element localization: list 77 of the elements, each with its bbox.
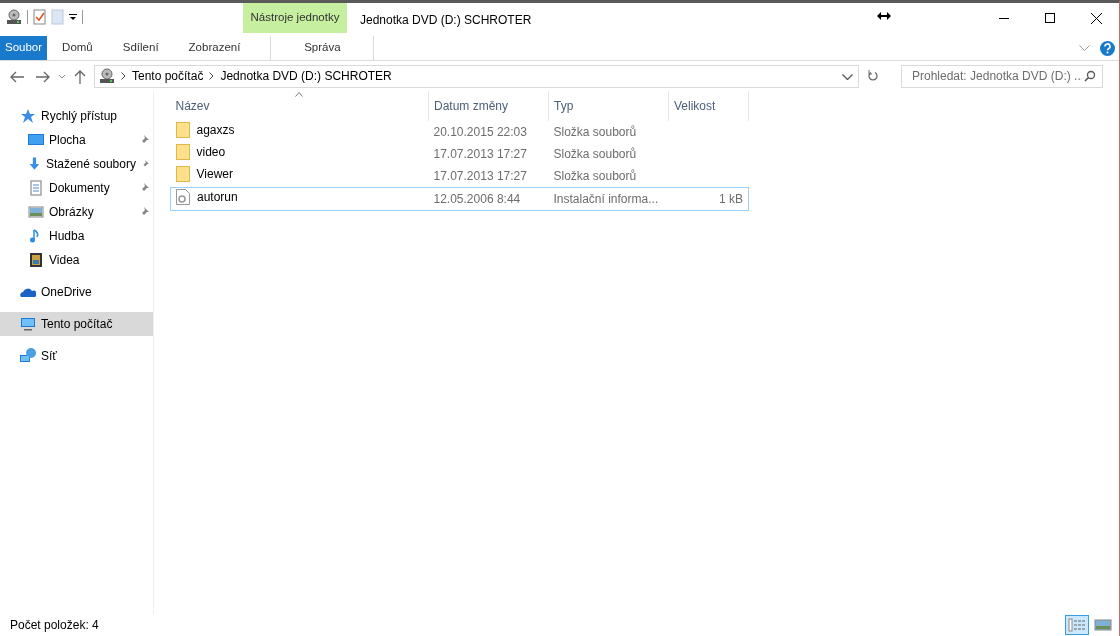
sidebar-item[interactable]: Stažené soubory [0,152,153,176]
chevron-icon[interactable] [121,72,126,80]
file-name[interactable]: video [196,143,226,161]
column-header[interactable]: Datum změny [428,91,549,121]
address-dropdown-icon[interactable] [842,73,853,80]
down-arrow-icon [28,156,41,172]
column-header[interactable]: Velikost [668,91,749,121]
date-modified: 12.05.2006 8:44 [433,192,521,206]
ribbon-tab[interactable]: Domů [47,36,108,60]
sidebar-item[interactable]: Plocha [0,128,153,152]
expand-ribbon-icon[interactable] [1079,45,1090,51]
monitor-icon [20,316,36,332]
file-name[interactable]: Viewer [196,165,233,183]
file-type: Instalační informa... [553,192,659,206]
refresh-icon[interactable] [867,70,879,82]
settings-file-icon [176,189,190,205]
file-type: Složka souborů [553,169,637,183]
file-type: Složka souborů [553,147,637,161]
minimize-icon [999,17,1009,19]
sidebar-item[interactable]: Hudba [0,224,153,248]
file-row[interactable]: autorun 12.05.2006 8:44 Instalační informa... 1 kB [170,187,749,211]
date-modified: 20.10.2015 22:03 [433,125,527,139]
back-arrow-icon [10,70,24,83]
file-row[interactable]: video 17.07.2013 17:27 Složka souborů [170,143,749,165]
date-modified: 17.07.2013 17:27 [433,169,527,183]
sidebar-item[interactable]: Dokumenty [0,176,153,200]
search-icon [1084,70,1096,82]
breadcrumb-item[interactable]: Tento počítač [132,67,204,85]
ribbon-tab[interactable]: Zobrazení [173,36,256,60]
chevron-icon[interactable] [209,72,215,80]
sort-caret-icon [295,92,304,97]
folder-icon [175,166,190,182]
details-view-button[interactable] [1065,615,1089,635]
up-arrow-icon [74,69,86,84]
drive-icon[interactable] [6,9,22,25]
close-icon [1090,12,1102,24]
breadcrumb-item[interactable]: Jednotka DVD (D:) SCHROTER [220,67,392,85]
film-icon [28,252,44,268]
search-field[interactable]: Prohledat: Jednotka DVD (D:) ... [901,64,1103,88]
window-title: Jednotka DVD (D:) SCHROTER [359,12,532,29]
help-icon[interactable] [1100,40,1115,56]
folder-icon [175,122,190,138]
column-header[interactable]: Název [170,91,429,121]
file-type: Složka souborů [553,125,637,139]
ribbon-tab[interactable]: Sdílení [107,36,174,60]
sidebar-item[interactable]: Tento počítač [0,312,153,336]
chevron-down-icon [58,73,66,80]
network-icon [20,348,36,364]
sidebar-item[interactable]: Videa [0,248,153,272]
resize-cursor-icon [877,12,891,20]
sidebar-item[interactable]: OneDrive [0,280,153,304]
address-bar[interactable]: Tento počítač Jednotka DVD (D:) SCHROTER [94,64,859,88]
sidebar-item[interactable]: Síť [0,344,153,368]
file-row[interactable]: agaxzs 20.10.2015 22:03 Složka souborů [170,121,749,143]
date-modified: 17.07.2013 17:27 [433,147,527,161]
dropdown-icon[interactable] [69,13,77,21]
maximize-icon [1045,13,1055,23]
column-header[interactable]: Typ [548,91,669,121]
folder-icon [175,144,190,160]
item-count: Počet položek: 4 [10,617,99,634]
picture-icon [28,204,44,220]
sidebar-item[interactable]: Rychlý přístup [0,104,153,128]
sidebar-item[interactable]: Obrázky [0,200,153,224]
contextual-tab-group-label: Nástroje jednotky [243,3,347,33]
file-row[interactable]: Viewer 17.07.2013 17:27 Složka souborů [170,165,749,188]
file-size: 1 kB [719,192,743,206]
drive-icon [99,68,115,84]
document-icon [28,180,44,196]
list-icon [1068,618,1086,632]
star-icon [20,108,36,124]
file-menu-tab[interactable]: Soubor [0,36,48,60]
desktop-icon [28,132,44,148]
properties-icon[interactable] [33,9,46,25]
picture-icon [1094,618,1112,632]
file-name[interactable]: autorun [197,188,238,206]
file-name[interactable]: agaxzs [196,121,235,139]
forward-arrow-icon [36,70,50,83]
